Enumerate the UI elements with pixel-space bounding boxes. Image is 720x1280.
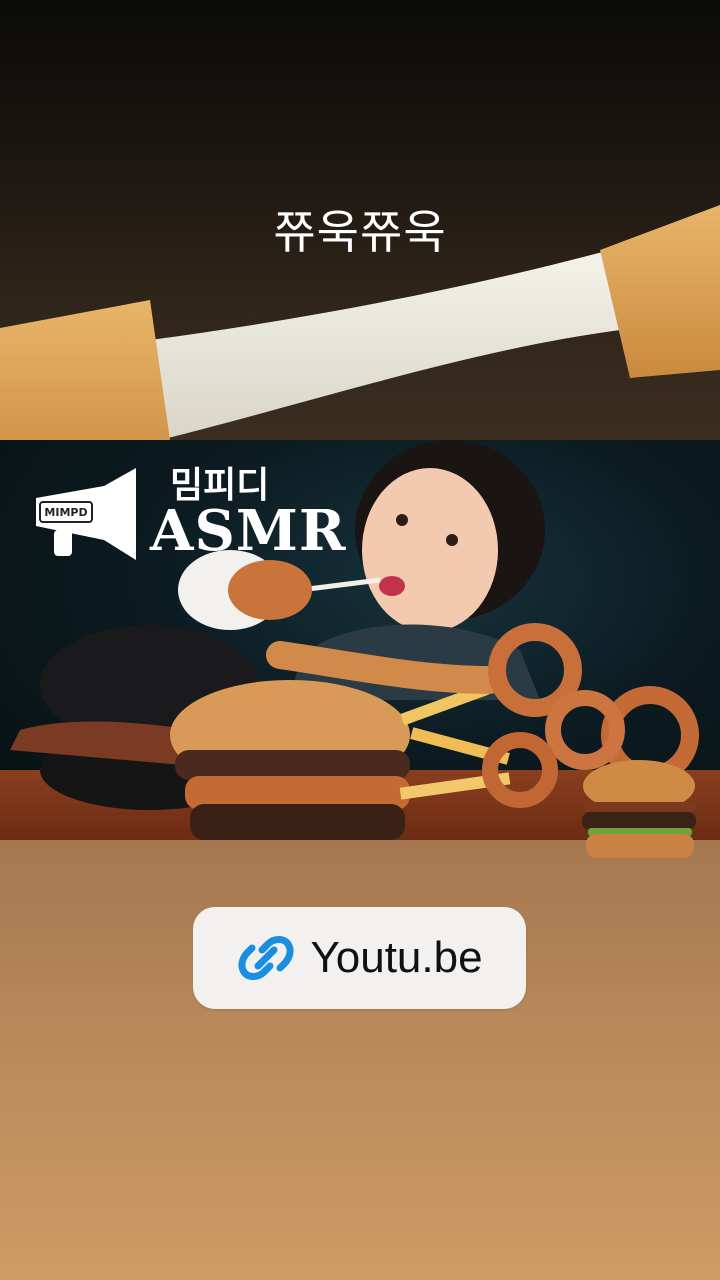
megaphone-icon: MIMPD (36, 468, 136, 560)
bottom-background (0, 840, 720, 1280)
link-label: Youtu.be (310, 933, 483, 982)
burger-sticker[interactable] (578, 758, 700, 864)
link-sticker[interactable]: Youtu.be (193, 907, 526, 1009)
svg-text:MIMPD: MIMPD (44, 506, 87, 519)
brand-asmr: ASMR (150, 498, 347, 564)
link-icon (238, 936, 295, 980)
